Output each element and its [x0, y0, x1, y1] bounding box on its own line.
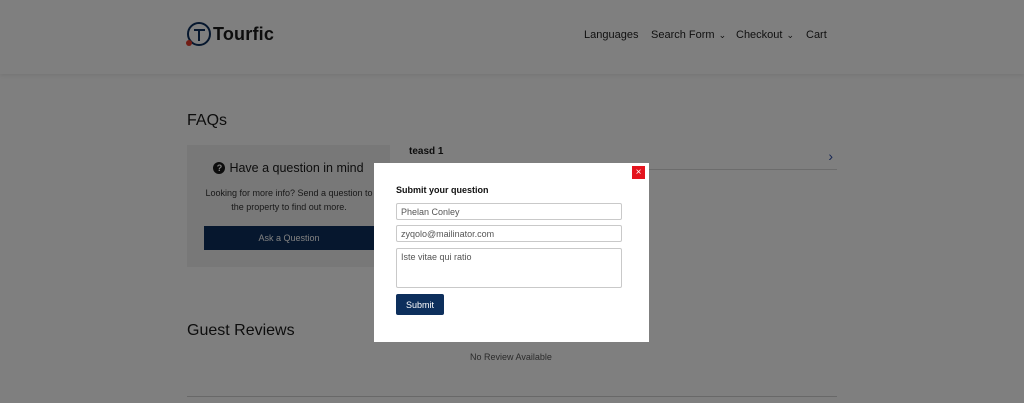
- submit-button[interactable]: Submit: [396, 294, 444, 315]
- modal-title: Submit your question: [396, 185, 489, 195]
- question-modal: × Submit your question Iste vitae qui ra…: [374, 163, 649, 342]
- name-field[interactable]: [396, 203, 622, 220]
- close-button[interactable]: ×: [632, 166, 645, 179]
- email-field[interactable]: [396, 225, 622, 242]
- message-field[interactable]: Iste vitae qui ratio: [396, 248, 622, 288]
